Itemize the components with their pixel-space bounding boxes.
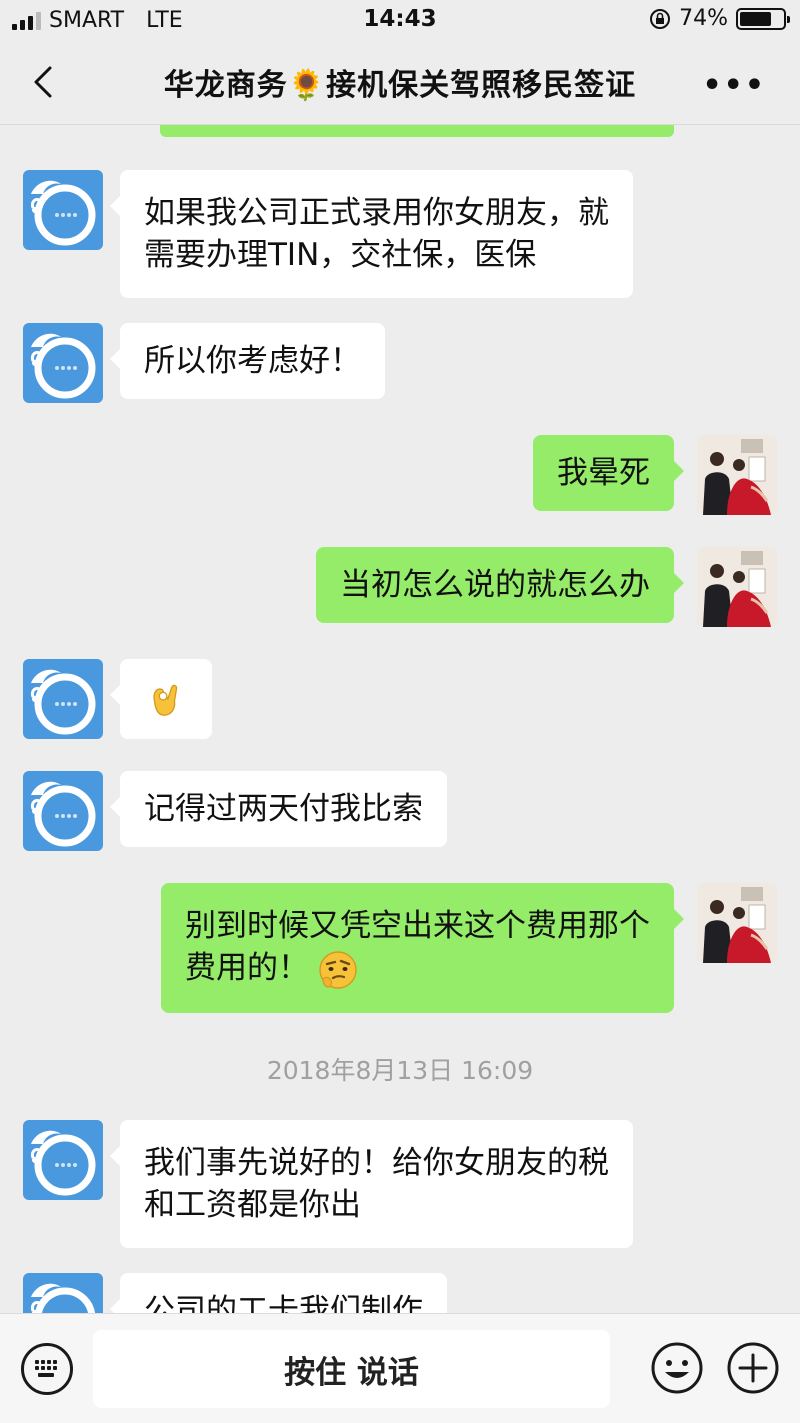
message-line-with-emoji: 费用的！: [185, 947, 650, 991]
hold-to-talk-button[interactable]: 按住 说话: [93, 1330, 610, 1408]
ok-hand-emoji-icon: [153, 684, 178, 716]
message-line: 和工资都是你出: [144, 1187, 361, 1223]
company-logo-icon: [31, 1130, 96, 1196]
outgoing-bubble[interactable]: 当初怎么说的就怎么办: [316, 547, 684, 623]
keyboard-icon: [35, 1360, 57, 1377]
back-arrow-icon[interactable]: [26, 62, 66, 102]
status-right: 74%: [649, 6, 790, 31]
contact-avatar[interactable]: [23, 1120, 103, 1200]
message-line: 我们事先说好的！给你女朋友的税: [144, 1145, 609, 1181]
incoming-bubble[interactable]: 所以你考虑好！: [110, 323, 385, 399]
chat-header: 华龙商务🌻接机保关驾照移民签证 •••: [0, 40, 800, 125]
contact-avatar[interactable]: [23, 1273, 103, 1313]
user-avatar[interactable]: [697, 547, 777, 627]
message-line: 如果我公司正式录用你女朋友，就: [144, 195, 609, 231]
message-line: 公司的工卡我们制作: [144, 1293, 423, 1313]
message-line: 所以你考虑好！: [144, 343, 361, 379]
add-more-icon[interactable]: [726, 1341, 780, 1395]
incoming-bubble[interactable]: 公司的工卡我们制作: [110, 1273, 447, 1313]
orientation-lock-icon: [650, 8, 671, 29]
user-photo-icon: [697, 547, 777, 627]
outgoing-bubble[interactable]: 别到时候又凭空出来这个费用那个 费用的！: [161, 883, 684, 1013]
contact-avatar[interactable]: [23, 170, 103, 250]
chat-title: 华龙商务🌻接机保关驾照移民签证: [163, 68, 637, 103]
contact-avatar[interactable]: [23, 659, 103, 739]
user-avatar[interactable]: [697, 435, 777, 515]
battery-percent: 74%: [679, 6, 728, 31]
incoming-bubble[interactable]: 如果我公司正式录用你女朋友，就 需要办理TIN，交社保，医保: [110, 170, 633, 298]
partial-outgoing-bubble: [160, 125, 674, 137]
user-avatar[interactable]: [697, 883, 777, 963]
incoming-bubble[interactable]: [110, 659, 212, 739]
company-logo-icon: [31, 1283, 96, 1313]
message-list[interactable]: 如果我公司正式录用你女朋友，就 需要办理TIN，交社保，医保 所以你考虑好！ 我…: [0, 125, 800, 1313]
company-logo-icon: [31, 333, 96, 399]
message-line: 费用的！: [185, 950, 309, 986]
user-photo-icon: [697, 883, 777, 963]
user-photo-icon: [697, 435, 777, 515]
contact-avatar[interactable]: [23, 323, 103, 403]
outgoing-bubble[interactable]: 我晕死: [533, 435, 684, 511]
company-logo-icon: [31, 781, 96, 847]
message-line: 需要办理TIN，交社保，医保: [144, 237, 537, 273]
message-timestamp: 2018年8月13日 16:09: [266, 1056, 534, 1085]
message-line: 当初怎么说的就怎么办: [340, 567, 650, 603]
incoming-bubble[interactable]: 记得过两天付我比索: [110, 771, 447, 847]
contact-avatar[interactable]: [23, 771, 103, 851]
emoji-picker-icon[interactable]: [650, 1341, 704, 1395]
status-bar: SMART LTE 14:43 74%: [0, 0, 800, 40]
input-bar: 按住 说话: [0, 1313, 800, 1423]
message-line: 记得过两天付我比索: [144, 791, 423, 827]
message-line: 别到时候又凭空出来这个费用那个: [185, 908, 650, 944]
company-logo-icon: [31, 180, 96, 246]
incoming-bubble[interactable]: 我们事先说好的！给你女朋友的税 和工资都是你出: [110, 1120, 633, 1248]
company-logo-icon: [31, 669, 96, 735]
thinking-face-emoji-icon: [319, 950, 357, 989]
battery-icon: [736, 7, 790, 30]
keyboard-toggle-button[interactable]: [21, 1343, 73, 1395]
message-line: 我晕死: [557, 455, 650, 491]
more-options-icon[interactable]: •••: [702, 68, 766, 103]
